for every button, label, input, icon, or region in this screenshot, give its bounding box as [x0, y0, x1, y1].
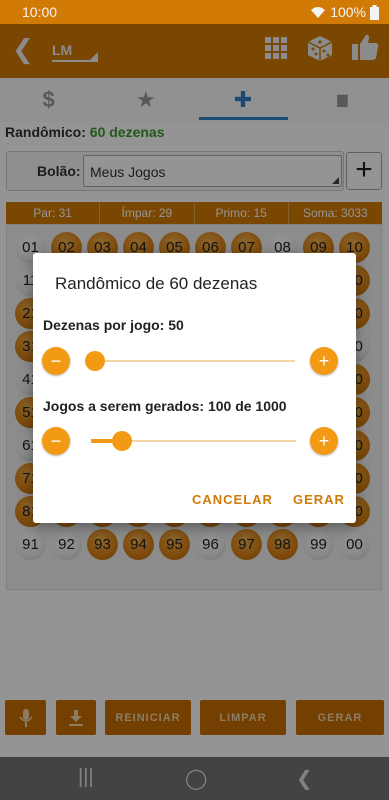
numbers-increase-button[interactable]: + — [310, 347, 338, 375]
random-dialog: Randômico de 60 dezenas Dezenas por jogo… — [33, 253, 356, 523]
games-to-generate-label: Jogos a serem gerados: 100 de 1000 — [43, 398, 287, 414]
games-slider-thumb[interactable] — [111, 431, 132, 451]
cancel-button[interactable]: CANCELAR — [192, 492, 273, 507]
numbers-slider-thumb[interactable] — [85, 351, 105, 371]
battery-text: 100% — [330, 4, 366, 20]
numbers-decrease-button[interactable]: − — [42, 347, 70, 375]
games-slider-fill — [91, 439, 112, 443]
numbers-per-game-label: Dezenas por jogo: 50 — [43, 317, 184, 333]
games-increase-button[interactable]: + — [310, 427, 338, 455]
games-slider[interactable] — [91, 431, 296, 451]
games-decrease-button[interactable]: − — [42, 427, 70, 455]
numbers-slider[interactable] — [85, 351, 295, 371]
status-time: 10:00 — [22, 4, 58, 20]
dialog-title: Randômico de 60 dezenas — [55, 274, 258, 293]
status-right: 100% — [310, 4, 379, 20]
battery-icon — [370, 4, 379, 20]
wifi-icon — [311, 7, 326, 18]
generate-dialog-button[interactable]: GERAR — [293, 492, 345, 507]
status-bar: 10:00 100% — [0, 0, 389, 24]
